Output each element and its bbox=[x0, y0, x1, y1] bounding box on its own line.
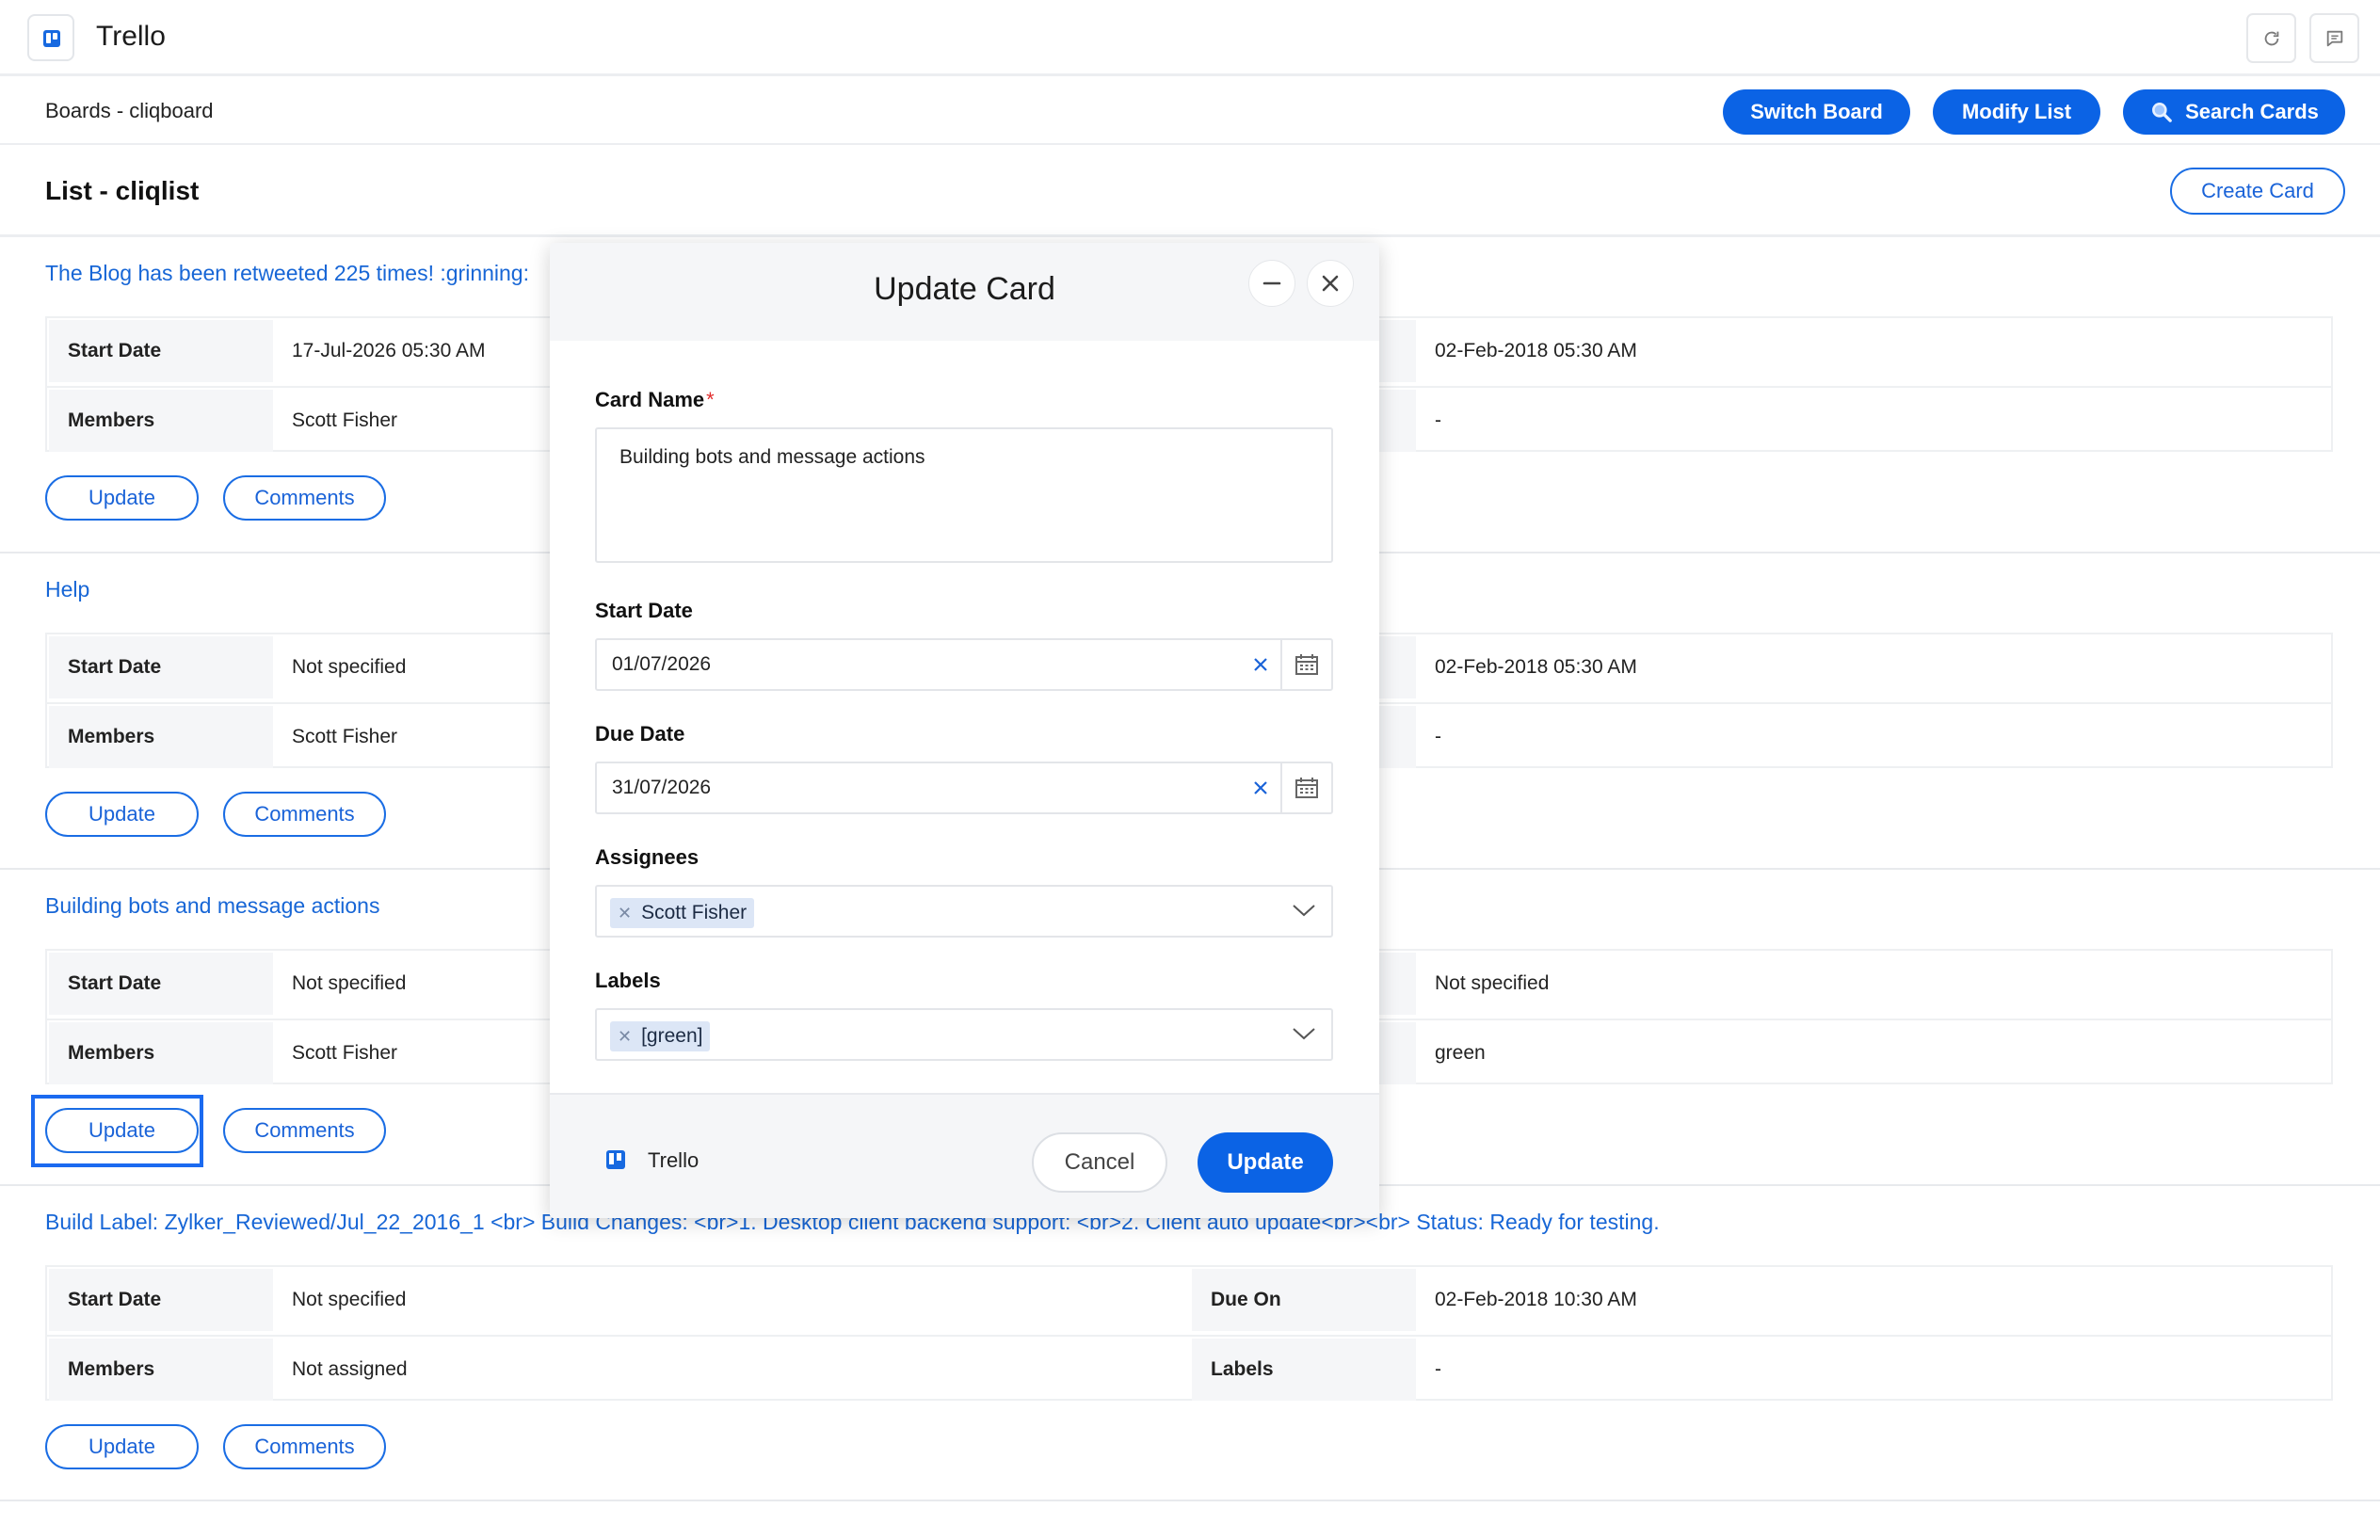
close-icon[interactable] bbox=[1307, 260, 1354, 307]
assignee-chip-label: Scott Fisher bbox=[641, 902, 748, 923]
due-on-value: Not specified bbox=[1435, 972, 1550, 994]
members-value: Scott Fisher bbox=[292, 409, 398, 431]
due-on-value: 02-Feb-2018 05:30 AM bbox=[1435, 340, 1637, 361]
calendar-icon[interactable] bbox=[1280, 763, 1331, 812]
breadcrumb[interactable]: Boards - cliqboard bbox=[45, 99, 214, 123]
search-cards-button[interactable]: Search Cards bbox=[2123, 89, 2345, 135]
chat-icon[interactable] bbox=[2309, 13, 2359, 63]
assignees-select[interactable]: ✕ Scott Fisher bbox=[595, 885, 1333, 938]
members-value: Scott Fisher bbox=[292, 1042, 398, 1064]
labels-label: Labels bbox=[1192, 1339, 1416, 1401]
card-details: Start Date Not specified Due On 02-Feb-2… bbox=[45, 1265, 2333, 1401]
trello-logo-icon bbox=[27, 14, 74, 61]
minimize-icon[interactable] bbox=[1248, 260, 1295, 307]
list-title: List - cliqlist bbox=[45, 176, 200, 205]
start-date-value: Not specified bbox=[292, 1289, 407, 1310]
card-title[interactable]: Help bbox=[45, 577, 89, 602]
modify-list-button[interactable]: Modify List bbox=[1933, 89, 2100, 135]
label-chip-label: [green] bbox=[641, 1025, 703, 1047]
update-card-dialog: Update Card Card Name* Building bots and… bbox=[550, 243, 1379, 1218]
start-date-text: 01/07/2026 bbox=[612, 653, 712, 675]
comments-button[interactable]: Comments bbox=[223, 792, 386, 837]
due-date-field[interactable]: 31/07/2026 bbox=[595, 762, 1333, 814]
members-value: Scott Fisher bbox=[292, 726, 398, 747]
start-date-label: Start Date bbox=[49, 320, 273, 382]
app-header: Trello bbox=[0, 0, 2380, 76]
labels-value: - bbox=[1435, 726, 1441, 747]
assignees-label: Assignees bbox=[595, 845, 700, 869]
update-button[interactable]: Update bbox=[45, 475, 199, 521]
start-date-label: Start Date bbox=[595, 599, 693, 622]
label-chip[interactable]: ✕ [green] bbox=[610, 1021, 711, 1051]
search-icon bbox=[2149, 100, 2174, 124]
required-mark: * bbox=[706, 388, 715, 411]
start-date-label: Start Date bbox=[49, 953, 273, 1015]
members-label: Members bbox=[49, 1022, 273, 1084]
labels-select[interactable]: ✕ [green] bbox=[595, 1008, 1333, 1061]
create-card-button[interactable]: Create Card bbox=[2170, 168, 2345, 215]
start-date-value: 17-Jul-2026 05:30 AM bbox=[292, 340, 486, 361]
clear-icon[interactable] bbox=[1252, 653, 1269, 680]
card-item: Build Label: Zylker_Reviewed/Jul_22_2016… bbox=[0, 1186, 2380, 1501]
search-cards-label: Search Cards bbox=[2185, 100, 2319, 123]
cancel-button[interactable]: Cancel bbox=[1032, 1132, 1167, 1193]
remove-chip-icon[interactable]: ✕ bbox=[618, 1027, 632, 1047]
card-name-label: Card Name* bbox=[595, 388, 715, 411]
update-submit-button[interactable]: Update bbox=[1198, 1132, 1333, 1193]
update-button[interactable]: Update bbox=[45, 1424, 199, 1469]
due-on-value: 02-Feb-2018 05:30 AM bbox=[1435, 656, 1637, 678]
members-label: Members bbox=[49, 390, 273, 452]
start-date-label: Start Date bbox=[49, 636, 273, 698]
dialog-footer: Trello Cancel Update bbox=[550, 1093, 1379, 1218]
card-title[interactable]: The Blog has been retweeted 225 times! :… bbox=[45, 261, 529, 286]
switch-board-button[interactable]: Switch Board bbox=[1723, 89, 1910, 135]
dialog-header: Update Card bbox=[550, 243, 1379, 341]
card-name-field[interactable]: Building bots and message actions bbox=[595, 427, 1333, 563]
app-title: Trello bbox=[96, 21, 166, 52]
labels-label: Labels bbox=[595, 969, 661, 992]
assignee-chip[interactable]: ✕ Scott Fisher bbox=[610, 898, 755, 928]
card-title[interactable]: Building bots and message actions bbox=[45, 893, 379, 919]
selection-highlight bbox=[31, 1095, 203, 1167]
chevron-down-icon[interactable] bbox=[1292, 902, 1316, 923]
start-date-field[interactable]: 01/07/2026 bbox=[595, 638, 1333, 691]
due-date-label: Due Date bbox=[595, 722, 685, 746]
comments-button[interactable]: Comments bbox=[223, 1108, 386, 1153]
due-date-text: 31/07/2026 bbox=[612, 777, 712, 798]
footer-app-name: Trello bbox=[648, 1148, 700, 1172]
trello-logo-icon bbox=[606, 1150, 625, 1169]
labels-value: - bbox=[1435, 409, 1441, 431]
remove-chip-icon[interactable]: ✕ bbox=[618, 904, 632, 923]
list-header: List - cliqlist bbox=[0, 145, 2380, 237]
members-label: Members bbox=[49, 1339, 273, 1401]
chevron-down-icon[interactable] bbox=[1292, 1025, 1316, 1047]
update-button[interactable]: Update bbox=[45, 792, 199, 837]
start-date-label: Start Date bbox=[49, 1269, 273, 1331]
due-on-value: 02-Feb-2018 10:30 AM bbox=[1435, 1289, 1637, 1310]
comments-button[interactable]: Comments bbox=[223, 475, 386, 521]
card-name-text: Building bots and message actions bbox=[619, 446, 925, 468]
due-on-label: Due On bbox=[1192, 1269, 1416, 1331]
comments-button[interactable]: Comments bbox=[223, 1424, 386, 1469]
members-label: Members bbox=[49, 706, 273, 768]
start-date-value: Not specified bbox=[292, 972, 407, 994]
labels-value: - bbox=[1435, 1358, 1441, 1380]
clear-icon[interactable] bbox=[1252, 777, 1269, 803]
calendar-icon[interactable] bbox=[1280, 640, 1331, 689]
refresh-icon[interactable] bbox=[2246, 13, 2296, 63]
start-date-value: Not specified bbox=[292, 656, 407, 678]
labels-value: green bbox=[1435, 1042, 1486, 1064]
members-value: Not assigned bbox=[292, 1358, 408, 1380]
